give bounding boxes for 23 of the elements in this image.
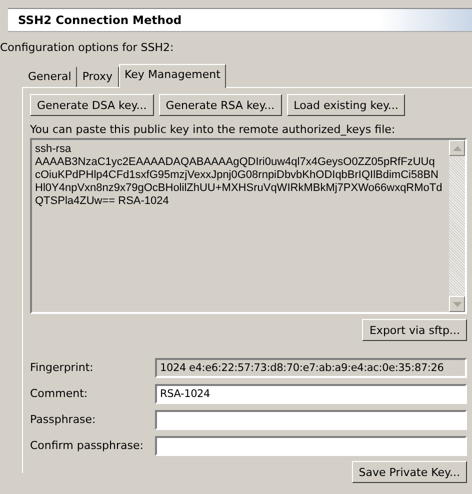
- public-key-area[interactable]: [30, 138, 467, 314]
- hint-text: You can paste this public key into the remote authorized_keys file:: [30, 122, 396, 137]
- input-field[interactable]: [155, 410, 467, 430]
- public-key-text: ssh-rsa AAAAB3NzaC1yc2EAAAADAQABAAAAgQDIri0uw4ql7x4GeysO0ZZ05pRfFzUUq cOiuKPdPHlp4CFd1sxfG95mzjVexxJpnj0G08rnpiDbvbKhODIqbBrIQIlBdimCi58BN Hl0Y4npVxn8nz9x79gOcBHolilZhUU+MXHSruVqWIRkMBkMj7PXWo66wxqRMoTd QTSPla4ZUw== RSA-1024: [34, 142, 444, 209]
- export-button[interactable]: Export via sftp...: [362, 319, 467, 341]
- save-button[interactable]: Save Private Key...: [352, 461, 467, 483]
- field-label: Fingerprint:: [30, 360, 94, 376]
- scroll-down-icon[interactable]: [449, 296, 465, 312]
- tab[interactable]: General: [23, 67, 78, 87]
- field-label: Passphrase:: [30, 412, 97, 428]
- key-button[interactable]: Load existing key...: [286, 94, 406, 116]
- input-field[interactable]: 1024 e4:e6:22:57:73:d8:70:e7:ab:a9:e4:ac:0e:35:87:26: [155, 358, 467, 378]
- scrollbar[interactable]: [449, 140, 465, 312]
- input-field[interactable]: [155, 436, 467, 456]
- field-label: Comment:: [30, 386, 89, 402]
- scroll-up-icon[interactable]: [449, 140, 465, 156]
- header-title: SSH2 Connection Method: [18, 13, 182, 27]
- key-button[interactable]: Generate RSA key...: [158, 94, 282, 116]
- key-button[interactable]: Generate DSA key...: [30, 94, 154, 116]
- description-text: Configuration options for SSH2:: [0, 40, 175, 56]
- field-label: Confirm passphrase:: [30, 438, 144, 454]
- input-field[interactable]: RSA-1024: [155, 384, 467, 404]
- tab[interactable]: Key Management: [118, 64, 226, 88]
